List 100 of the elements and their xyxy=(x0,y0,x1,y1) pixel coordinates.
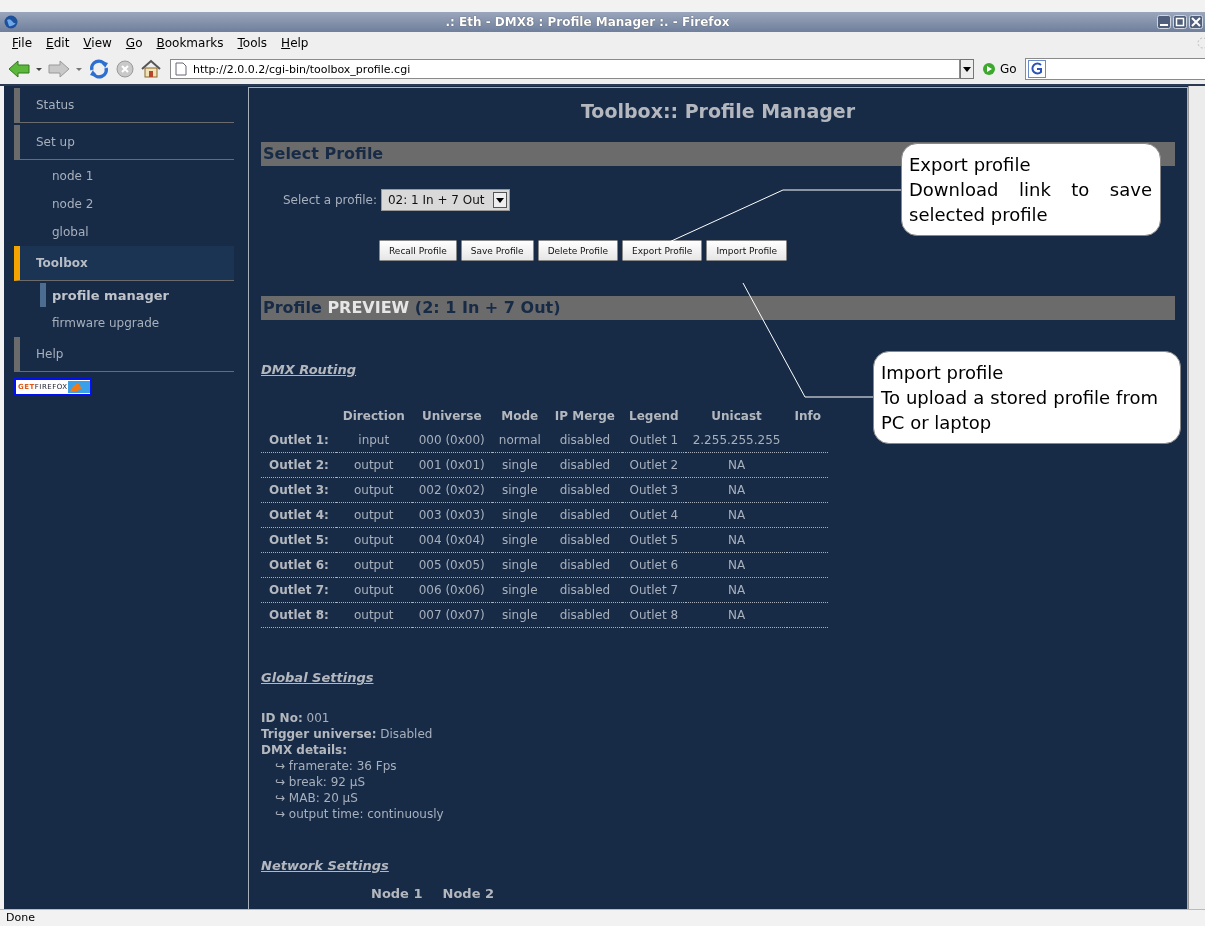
table-cell: Outlet 4 xyxy=(622,502,686,528)
table-cell: 005 (0x05) xyxy=(411,552,492,578)
throbber-icon xyxy=(1195,36,1205,50)
table-cell: single xyxy=(491,527,548,553)
sidebar-item[interactable]: Toolbox xyxy=(14,246,234,281)
profile-select[interactable]: 02: 1 In + 7 Out xyxy=(380,189,510,211)
table-cell: disabled xyxy=(547,452,622,478)
profile-button[interactable]: Delete Profile xyxy=(537,240,619,261)
menu-item[interactable]: Edit xyxy=(38,36,76,50)
row-label: Outlet 8: xyxy=(261,602,336,628)
table-cell: Outlet 8 xyxy=(622,602,686,628)
sidebar-item[interactable]: Set up xyxy=(14,125,234,160)
field-label: Select a profile: xyxy=(283,193,377,207)
sidebar-subitem[interactable]: firmware upgrade xyxy=(52,309,248,337)
column-header: Node 1 xyxy=(371,886,423,901)
minimize-icon[interactable] xyxy=(1157,15,1171,29)
column-header: Mode xyxy=(500,408,540,425)
row-label: Outlet 5: xyxy=(261,527,336,553)
callout-title: Import profile xyxy=(881,361,1005,385)
callout-text: Download link to save selected profile xyxy=(909,178,1152,227)
table-cell: Outlet 6 xyxy=(622,552,686,578)
column-header: Legend xyxy=(628,408,680,425)
close-icon[interactable] xyxy=(1189,15,1203,29)
table-cell: input xyxy=(335,428,412,453)
sidebar-subitem[interactable]: global xyxy=(52,218,248,246)
table-cell: 003 (0x03) xyxy=(411,502,492,528)
table-cell: 006 (0x06) xyxy=(411,577,492,603)
setting-detail: ↪ output time: continuously xyxy=(274,806,445,822)
page-title: Toolbox:: Profile Manager xyxy=(579,100,857,122)
back-arrow-icon[interactable] xyxy=(8,59,30,79)
profile-button[interactable]: Recall Profile xyxy=(379,240,457,261)
table-cell: Outlet 1 xyxy=(622,428,686,453)
sidebar-subitem[interactable]: profile manager xyxy=(40,283,248,307)
maximize-icon[interactable] xyxy=(1173,15,1187,29)
column-header: Node 2 xyxy=(442,886,495,901)
table-cell: output xyxy=(335,552,412,578)
table-cell: NA xyxy=(685,452,788,478)
column-header: Direction xyxy=(341,408,406,425)
menu-item[interactable]: View xyxy=(75,36,118,50)
table-cell: NA xyxy=(685,577,788,603)
page-icon xyxy=(175,62,187,76)
sidebar-subitem[interactable]: node 2 xyxy=(52,190,248,218)
menu-item[interactable]: File xyxy=(4,36,39,50)
sidebar-item[interactable]: Help xyxy=(14,337,234,372)
column-header: Universe xyxy=(420,408,483,425)
row-label: Outlet 3: xyxy=(261,477,336,503)
globe-icon xyxy=(4,15,18,29)
table-cell: 000 (0x00) xyxy=(411,428,492,453)
menu-item[interactable]: Bookmarks xyxy=(148,36,230,50)
sidebar-subitem[interactable]: node 1 xyxy=(52,162,248,190)
table-cell: disabled xyxy=(547,477,622,503)
reload-icon[interactable] xyxy=(88,59,110,79)
table-cell: single xyxy=(491,577,548,603)
table-cell: Outlet 7 xyxy=(622,577,686,603)
fox-globe-icon xyxy=(67,381,90,393)
dropdown-icon[interactable] xyxy=(960,59,974,79)
table-cell: output xyxy=(335,602,412,628)
table-cell: Outlet 3 xyxy=(622,477,686,503)
scrollbar[interactable] xyxy=(1188,86,1205,909)
table-cell: NA xyxy=(685,552,788,578)
setting-line: Trigger universe: Disabled xyxy=(261,726,434,742)
table-cell: 001 (0x01) xyxy=(411,452,492,478)
table-cell: 004 (0x04) xyxy=(411,527,492,553)
profile-button[interactable]: Save Profile xyxy=(460,240,534,261)
row-label: Outlet 6: xyxy=(261,552,336,578)
table-cell: single xyxy=(491,452,548,478)
table-cell: 2.255.255.255 xyxy=(685,428,788,453)
table-cell: disabled xyxy=(547,577,622,603)
section-heading: Profile PREVIEW (2: 1 In + 7 Out) xyxy=(261,296,1175,320)
table-cell: 007 (0x07) xyxy=(411,602,492,628)
subsection-heading: Global Settings xyxy=(261,670,374,685)
table-cell: output xyxy=(335,527,412,553)
search-field[interactable] xyxy=(1024,58,1205,80)
stop-icon[interactable] xyxy=(114,59,136,79)
google-g-icon xyxy=(1027,60,1046,78)
go-button[interactable]: Go xyxy=(978,62,1021,76)
table-cell: single xyxy=(491,477,548,503)
menu-item[interactable]: Tools xyxy=(229,36,274,50)
subsection-heading: DMX Routing xyxy=(261,362,357,377)
subsection-heading: Network Settings xyxy=(261,858,389,873)
menu-item[interactable]: Go xyxy=(117,36,149,50)
sidebar-item[interactable]: Status xyxy=(14,88,234,123)
table-cell: Outlet 2 xyxy=(622,452,686,478)
play-icon xyxy=(982,62,996,76)
profile-button[interactable]: Export Profile xyxy=(622,240,703,261)
column-header: IP Merge xyxy=(553,408,616,425)
profile-button[interactable]: Import Profile xyxy=(706,240,788,261)
address-field[interactable]: http://2.0.0.2/cgi-bin/toolbox_profile.cgi xyxy=(170,59,960,79)
table-cell: normal xyxy=(491,428,548,453)
table-cell: disabled xyxy=(547,552,622,578)
table-cell: single xyxy=(491,552,548,578)
row-label: Outlet 1: xyxy=(261,428,336,453)
row-label: Outlet 7: xyxy=(261,577,336,603)
home-icon[interactable] xyxy=(140,59,162,79)
table-cell: single xyxy=(491,602,548,628)
menu-item[interactable]: Help xyxy=(273,36,315,50)
table-cell: NA xyxy=(685,527,788,553)
table-cell: output xyxy=(335,477,412,503)
row-label: Outlet 4: xyxy=(261,502,336,528)
setting-line: ID No: 001 xyxy=(261,710,331,726)
